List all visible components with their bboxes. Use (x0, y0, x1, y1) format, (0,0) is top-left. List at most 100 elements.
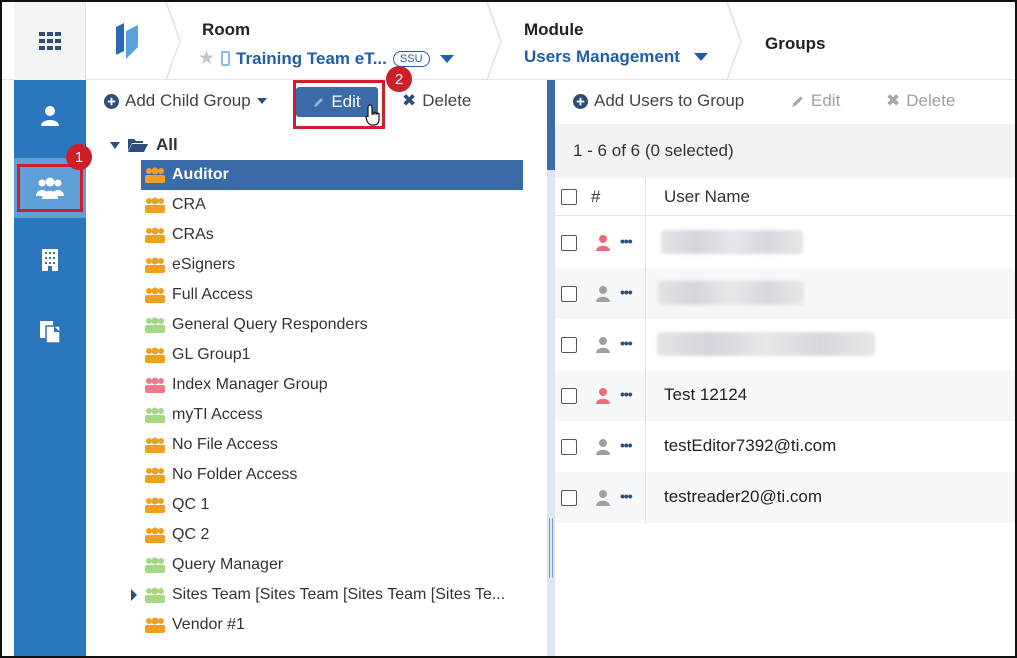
row-checkbox[interactable] (561, 439, 577, 455)
logo-icon (116, 23, 138, 59)
room-title: Room (202, 20, 251, 39)
add-child-group-button[interactable]: Add Child Group (104, 91, 267, 111)
row-actions-menu-icon[interactable]: ••• (620, 335, 633, 351)
group-icon (145, 167, 165, 183)
tree-item[interactable]: No Folder Access (145, 460, 297, 490)
row-checkbox[interactable] (561, 490, 577, 506)
mobile-icon (221, 51, 231, 66)
room-selector[interactable]: ★ Training Team eT... SSU (198, 47, 454, 70)
tree-item[interactable]: myTI Access (145, 400, 263, 430)
app-grid-button[interactable] (14, 2, 86, 80)
chevron-down-icon[interactable] (693, 53, 708, 61)
table-row[interactable]: ••• testEditor7392@ti.com (555, 421, 1015, 472)
tree-item[interactable]: Sites Team [Sites Team [Sites Team [Site… (145, 580, 505, 610)
module-selector[interactable]: Users Management (524, 47, 708, 67)
star-icon[interactable]: ★ (198, 47, 215, 70)
user-icon (596, 286, 610, 302)
tree-item[interactable]: Query Manager (145, 550, 283, 580)
group-icon (145, 407, 165, 423)
tree-item[interactable]: General Query Responders (145, 310, 368, 340)
splitter-highlight (547, 80, 555, 170)
tree-item[interactable]: Index Manager Group (145, 370, 328, 400)
nav-documents[interactable] (14, 302, 86, 362)
group-icon (145, 497, 165, 513)
edit-user-button[interactable]: Edit (791, 91, 840, 111)
row-checkbox[interactable] (561, 286, 577, 302)
breadcrumb-module[interactable]: Module Users Management (524, 2, 724, 80)
table-row[interactable]: ••• (555, 217, 1015, 268)
table-row[interactable]: ••• (555, 268, 1015, 319)
row-actions-menu-icon[interactable]: ••• (620, 284, 633, 300)
user-icon (596, 439, 610, 455)
add-users-to-group-button[interactable]: Add Users to Group (573, 91, 744, 111)
tree-item[interactable]: QC 1 (145, 490, 209, 520)
tree-item-label: No Folder Access (172, 466, 298, 483)
group-icon (145, 347, 165, 363)
tree-item-label: Query Manager (172, 556, 284, 573)
caret-down-icon[interactable] (110, 141, 120, 149)
plus-circle-icon (104, 93, 119, 109)
group-icon (145, 557, 165, 573)
tree-item[interactable]: eSigners (145, 250, 235, 280)
row-actions-menu-icon[interactable]: ••• (620, 233, 633, 249)
row-actions-menu-icon[interactable]: ••• (620, 386, 633, 402)
page-title: Groups (765, 34, 826, 53)
close-icon: ✖ (886, 91, 901, 110)
delete-group-button[interactable]: ✖ Delete (402, 91, 471, 111)
tree-root-all[interactable]: All (110, 130, 178, 160)
table-row[interactable]: ••• testreader20@ti.com (555, 472, 1015, 523)
select-all-checkbox[interactable] (561, 189, 577, 205)
tree-item[interactable]: QC 2 (145, 520, 209, 550)
tree-item-label: Index Manager Group (172, 376, 328, 393)
panel-splitter[interactable] (547, 80, 555, 656)
ssu-badge: SSU (392, 50, 430, 67)
row-checkbox[interactable] (561, 388, 577, 404)
module-title: Module (524, 20, 584, 39)
chevron-down-icon (256, 98, 267, 104)
group-tree-panel: Add Child Group Edit 2 ✖ Delete All Audi… (86, 66, 547, 656)
row-checkbox[interactable] (561, 235, 577, 251)
row-checkbox[interactable] (561, 337, 577, 353)
caret-right-icon[interactable] (131, 589, 137, 601)
selection-count-bar: 1 - 6 of 6 (0 selected) (555, 124, 1015, 178)
group-icon (145, 377, 165, 393)
row-actions-menu-icon[interactable]: ••• (620, 437, 633, 453)
tree-root-label: All (156, 135, 178, 154)
column-user-name[interactable]: User Name (664, 187, 750, 207)
tree-item[interactable]: Full Access (145, 280, 253, 310)
redacted-user-name (661, 230, 803, 254)
group-icon (145, 317, 165, 333)
table-row[interactable]: ••• (555, 319, 1015, 370)
tree-item[interactable]: CRA (145, 190, 206, 220)
group-icon (145, 437, 165, 453)
delete-user-button[interactable]: ✖ Delete (886, 91, 955, 111)
breadcrumb-groups: Groups (765, 2, 885, 80)
step-badge-2: 2 (386, 66, 412, 92)
user-name: Test 12124 (664, 385, 748, 404)
plus-circle-icon (573, 93, 588, 109)
add-child-group-label: Add Child Group (125, 91, 251, 110)
chevron-down-icon[interactable] (439, 54, 454, 63)
breadcrumb-room[interactable]: Room ★ Training Team eT... SSU (198, 2, 488, 80)
tree-item[interactable]: Vendor #1 (145, 610, 245, 640)
tree-item[interactable]: Auditor (141, 160, 523, 190)
app-logo[interactable] (102, 16, 152, 66)
nav-users[interactable] (14, 86, 86, 146)
tree-item-label: eSigners (172, 256, 236, 273)
app-window: Room ★ Training Team eT... SSU Module Us… (0, 0, 1017, 658)
tree-item[interactable]: No File Access (145, 430, 278, 460)
splitter-grip[interactable] (549, 518, 553, 578)
row-actions-menu-icon[interactable]: ••• (620, 488, 633, 504)
folder-open-icon (128, 139, 148, 152)
selection-count: 1 - 6 of 6 (0 selected) (573, 141, 734, 160)
group-icon (145, 257, 165, 273)
nav-organization[interactable] (14, 230, 86, 290)
group-icon (145, 617, 165, 633)
tree-item-label: Auditor (172, 166, 229, 183)
tree-item[interactable]: CRAs (145, 220, 214, 250)
tree-item[interactable]: GL Group1 (145, 340, 251, 370)
table-row[interactable]: ••• Test 12124 (555, 370, 1015, 421)
tree-item-label: CRAs (172, 226, 214, 243)
user-icon (41, 106, 59, 126)
table-header: # User Name (555, 178, 1015, 216)
